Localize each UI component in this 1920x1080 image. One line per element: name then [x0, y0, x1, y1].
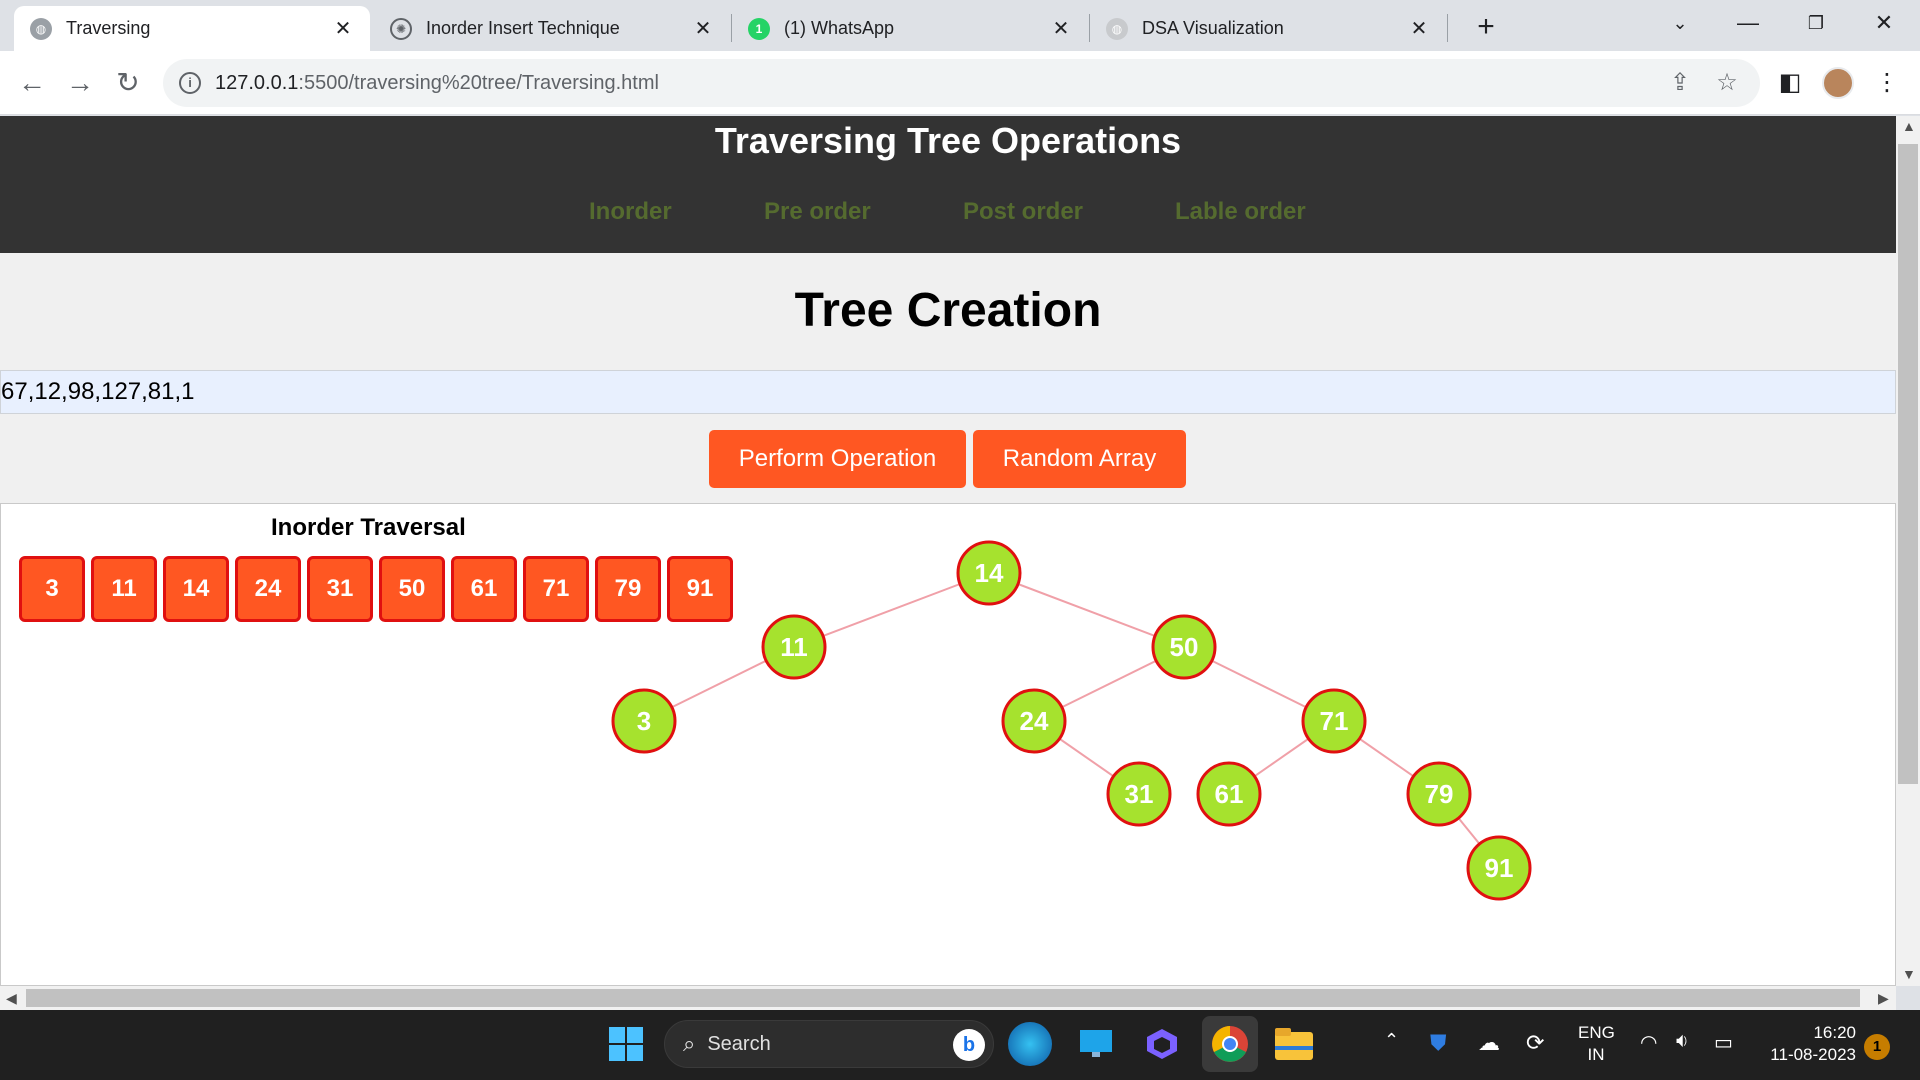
bookmark-star-icon[interactable]: ☆ [1713, 69, 1741, 97]
tree-node: 14 [956, 540, 1022, 606]
taskbar-search[interactable]: ⌕ Search b [664, 1020, 994, 1068]
edge-icon[interactable] [1008, 1022, 1052, 1066]
address-bar[interactable]: i 127.0.0.1:5500/traversing%20tree/Trave… [163, 59, 1760, 107]
tree-node-label: 79 [1425, 779, 1454, 809]
tree-node: 24 [1001, 688, 1067, 754]
horizontal-scroll-thumb[interactable] [26, 989, 1860, 1007]
whatsapp-icon: 1 [748, 17, 770, 40]
visualization-area: Inorder Traversal 3 11 14 24 31 50 61 71… [0, 503, 1896, 986]
tab-title: (1) WhatsApp [784, 18, 895, 38]
volume-icon[interactable]: 🔉︎ [1676, 1030, 1689, 1053]
tree-node-label: 3 [637, 706, 651, 736]
vertical-scroll-thumb[interactable] [1898, 144, 1918, 784]
url-path: :5500/traversing%20tree/Traversing.html [298, 71, 659, 94]
site-header: Traversing Tree Operations Inorder Pre o… [0, 116, 1896, 253]
system-clock[interactable]: 16:20 11-08-2023 [1756, 1022, 1856, 1066]
tab-strip: ◍ Traversing ✕ ✺ Inorder Insert Techniqu… [0, 0, 1920, 51]
tree-node-label: 31 [1125, 779, 1154, 809]
tree-node: 3 [611, 688, 677, 754]
section-title: Tree Creation [794, 284, 1102, 337]
tab-inorder-insert[interactable]: ✺ Inorder Insert Technique ✕ [374, 6, 730, 51]
binary-tree: 14 11 50 3 24 71 31 61 79 91 [611, 540, 1532, 901]
tree-node-label: 24 [1020, 706, 1049, 736]
battery-icon[interactable]: ▭ [1714, 1030, 1733, 1055]
close-icon[interactable]: ✕ [1050, 16, 1072, 41]
chrome-icon[interactable] [1202, 1016, 1258, 1072]
perform-operation-button[interactable]: Perform Operation [709, 430, 966, 488]
reload-button[interactable]: ↻ [108, 63, 148, 103]
url-host: 127.0.0.1 [215, 71, 299, 94]
language-code: ENG [1578, 1023, 1615, 1042]
wifi-icon[interactable]: ◠ [1640, 1030, 1657, 1055]
onedrive-cloud-icon[interactable]: ☁ [1478, 1030, 1500, 1056]
tree-node-label: 91 [1485, 853, 1514, 883]
close-icon[interactable]: ✕ [332, 16, 354, 41]
chatgpt-icon: ✺ [390, 17, 412, 40]
clock-date: 11-08-2023 [1770, 1045, 1856, 1064]
tree-node: 31 [1106, 761, 1172, 827]
tree-node: 79 [1406, 761, 1472, 827]
scroll-up-arrow-icon[interactable]: ▲ [1902, 118, 1916, 134]
search-icon: ⌕ [683, 1031, 696, 1056]
minimize-button[interactable]: — [1714, 8, 1782, 38]
copilot-icon[interactable] [1140, 1022, 1184, 1066]
new-tab-button[interactable]: + [1468, 10, 1504, 46]
profile-avatar[interactable] [1822, 67, 1854, 99]
side-panel-icon[interactable]: ◧ [1772, 65, 1808, 101]
bing-icon[interactable]: b [953, 1029, 985, 1061]
tree-node-label: 61 [1215, 779, 1244, 809]
tab-title: DSA Visualization [1142, 18, 1284, 38]
scroll-right-arrow-icon[interactable]: ▶ [1878, 990, 1889, 1007]
desktop-app-icon[interactable] [1074, 1022, 1118, 1066]
back-button[interactable]: ← [12, 63, 52, 103]
tree-node-label: 14 [975, 558, 1004, 588]
nav-postorder[interactable]: Post order [963, 198, 1083, 226]
tree-node: 71 [1301, 688, 1367, 754]
tab-whatsapp[interactable]: 1 (1) WhatsApp ✕ [732, 6, 1088, 51]
file-explorer-icon[interactable] [1272, 1022, 1316, 1066]
tree-node: 50 [1151, 614, 1217, 680]
tab-separator [1447, 14, 1448, 42]
search-placeholder: Search [707, 1032, 771, 1055]
page-title: Traversing Tree Operations [714, 120, 1182, 161]
scroll-left-arrow-icon[interactable]: ◀ [6, 990, 17, 1007]
array-input[interactable] [0, 370, 1896, 414]
close-icon[interactable]: ✕ [1408, 16, 1430, 41]
browser-toolbar: ← → ↻ i 127.0.0.1:5500/traversing%20tree… [0, 51, 1920, 115]
restore-button[interactable]: ❐ [1782, 8, 1850, 38]
clock-time: 16:20 [1813, 1023, 1856, 1042]
share-icon[interactable]: ⇪ [1666, 69, 1694, 97]
tree-node-label: 50 [1170, 632, 1199, 662]
site-info-icon[interactable]: i [179, 72, 201, 94]
globe-icon: ◍ [30, 17, 52, 40]
nav-inorder[interactable]: Inorder [589, 198, 672, 226]
start-icon[interactable] [604, 1022, 648, 1066]
tree-node: 11 [761, 614, 827, 680]
tree-node-label: 71 [1320, 706, 1349, 736]
sync-icon[interactable]: ⟳ [1526, 1030, 1544, 1056]
globe-icon: ◍ [1106, 17, 1128, 40]
tree-node: 91 [1466, 835, 1532, 901]
menu-icon[interactable]: ⋮ [1869, 65, 1905, 101]
show-hidden-icons-chevron[interactable]: ⌃ [1384, 1030, 1399, 1051]
tab-title: Traversing [66, 18, 151, 38]
language-indicator[interactable]: ENG IN [1578, 1022, 1615, 1066]
tree-node-label: 11 [780, 632, 808, 662]
nav-preorder[interactable]: Pre order [764, 198, 871, 226]
region-code: IN [1587, 1045, 1605, 1064]
close-icon[interactable]: ✕ [692, 16, 714, 41]
tab-dsa-visualization[interactable]: ◍ DSA Visualization ✕ [1090, 6, 1446, 51]
nav-lableorder[interactable]: Lable order [1175, 198, 1306, 226]
random-array-button[interactable]: Random Array [973, 430, 1186, 488]
forward-button[interactable]: → [60, 63, 100, 103]
tab-title: Inorder Insert Technique [426, 18, 620, 38]
notification-badge[interactable]: 1 [1864, 1034, 1890, 1060]
security-shield-icon[interactable]: ⛊ [1430, 1030, 1447, 1056]
window-close-button[interactable]: ✕ [1850, 8, 1918, 38]
tab-traversing[interactable]: ◍ Traversing ✕ [14, 6, 370, 51]
tree-node: 61 [1196, 761, 1262, 827]
tab-search-chevron-icon[interactable]: ⌄ [1646, 8, 1714, 38]
page-viewport: Traversing Tree Operations Inorder Pre o… [0, 116, 1896, 986]
scroll-down-arrow-icon[interactable]: ▼ [1902, 966, 1916, 982]
